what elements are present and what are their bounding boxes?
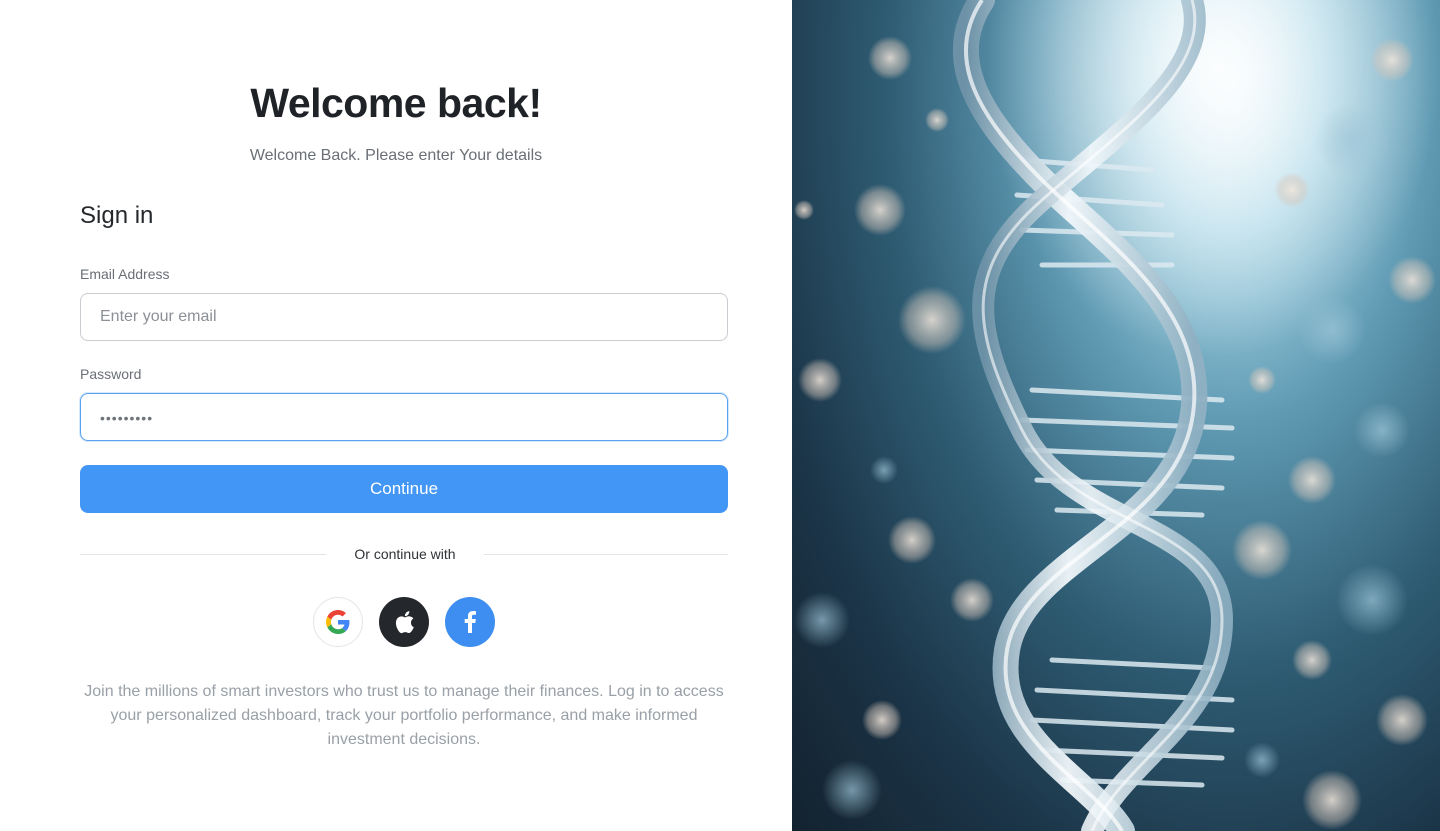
email-label: Email Address: [80, 266, 170, 282]
page-title: Welcome back!: [250, 80, 542, 126]
email-field[interactable]: [80, 293, 728, 341]
google-login-button[interactable]: [313, 597, 363, 647]
divider-line-right: [484, 554, 728, 555]
page-subtitle: Welcome Back. Please enter Your details: [249, 147, 543, 164]
apple-login-button[interactable]: [379, 597, 429, 647]
facebook-icon: [464, 611, 476, 633]
google-icon: [326, 610, 350, 634]
password-masked-value: •••••••••: [100, 410, 154, 426]
footer-text: Join the millions of smart investors who…: [84, 683, 724, 748]
signin-heading: Sign in: [80, 202, 154, 229]
continue-button[interactable]: Continue: [80, 465, 728, 513]
login-panel: Welcome back! Welcome Back. Please enter…: [0, 0, 792, 831]
apple-icon: [395, 611, 414, 634]
divider-line-left: [80, 554, 326, 555]
password-field[interactable]: [80, 393, 728, 441]
hero-image: [792, 0, 1440, 831]
dna-helix-image: [792, 0, 1440, 831]
password-label: Password: [80, 366, 142, 382]
divider-text: Or continue with: [354, 546, 456, 562]
facebook-login-button[interactable]: [445, 597, 495, 647]
